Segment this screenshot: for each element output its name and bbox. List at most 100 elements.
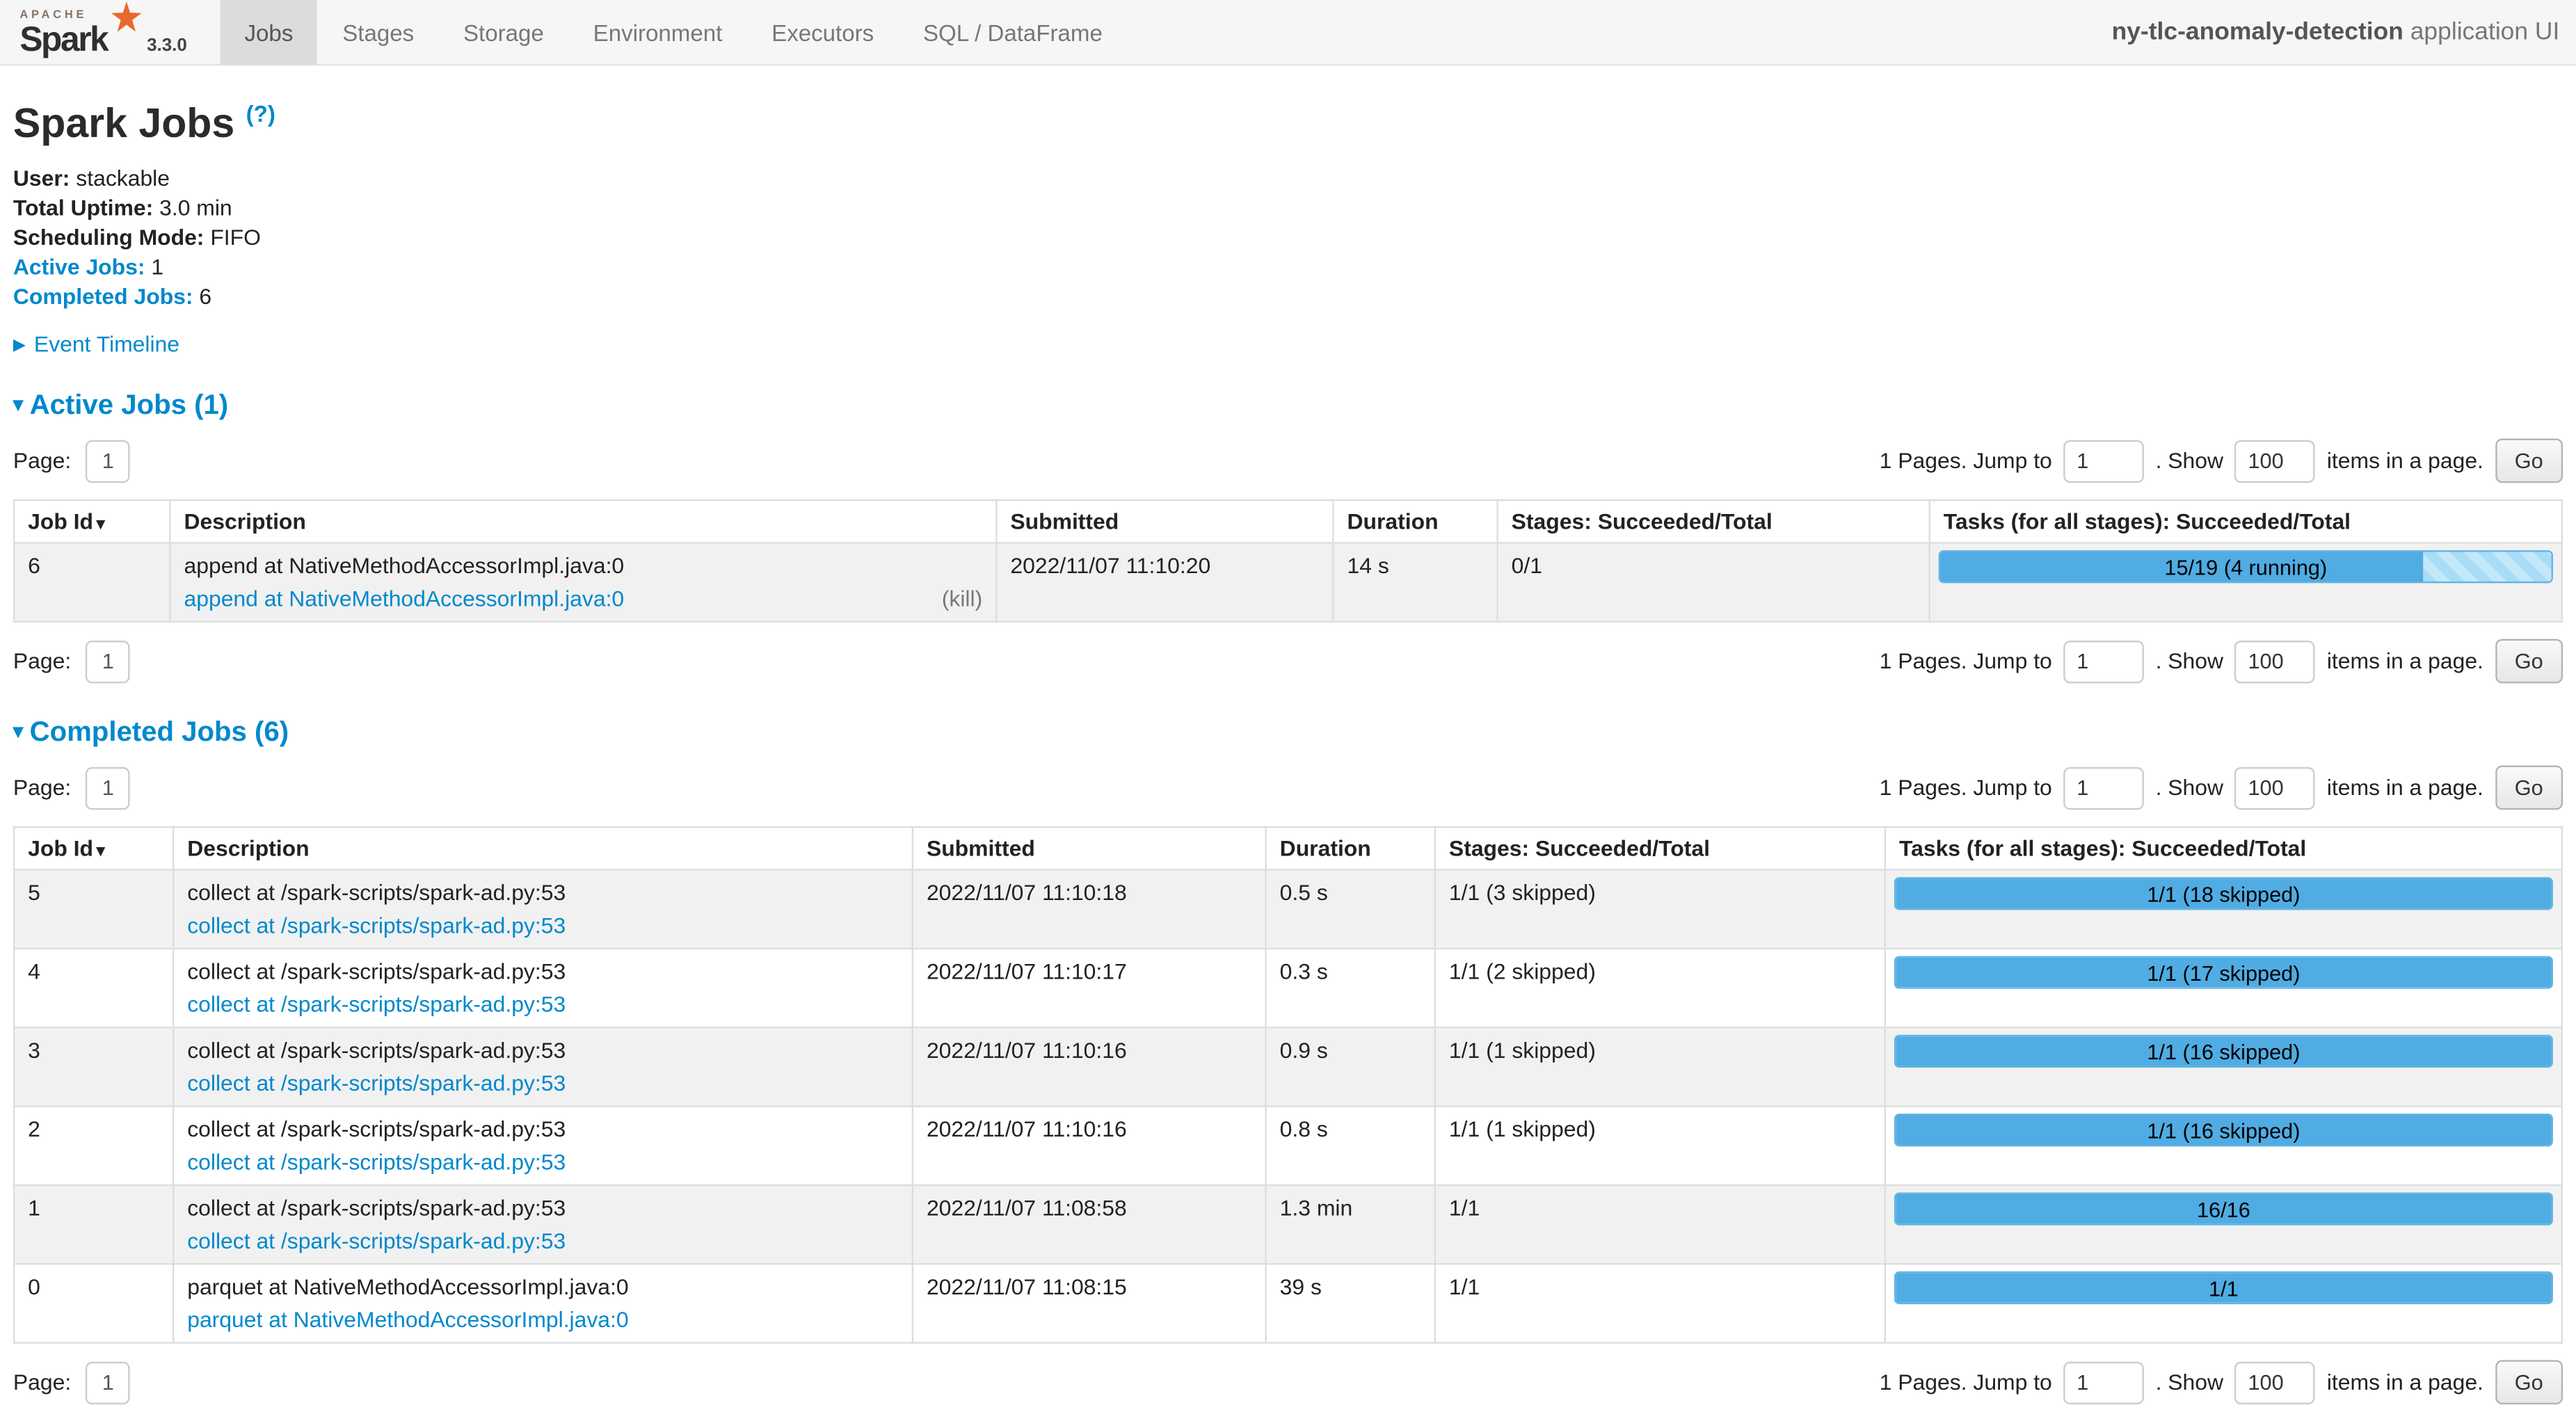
duration-cell: 1.3 min xyxy=(1266,1186,1435,1264)
job-description-link[interactable]: collect at /spark-scripts/spark-ad.py:53 xyxy=(187,991,566,1019)
job-id-cell: 6 xyxy=(14,543,170,622)
active-jobs-heading[interactable]: ▾Active Jobs (1) xyxy=(13,390,2563,422)
job-description-link[interactable]: append at NativeMethodAccessorImpl.java:… xyxy=(184,585,624,613)
sort-desc-icon: ▾ xyxy=(97,516,105,534)
show-items-input[interactable] xyxy=(2235,766,2316,809)
collapse-down-icon: ▾ xyxy=(13,720,23,743)
column-header-stages[interactable]: Stages: Succeeded/Total xyxy=(1435,828,1885,870)
active-jobs-link[interactable]: Active Jobs: xyxy=(13,254,145,278)
completed-jobs-link[interactable]: Completed Jobs: xyxy=(13,283,193,307)
column-header-duration[interactable]: Duration xyxy=(1266,828,1435,870)
job-description-link[interactable]: collect at /spark-scripts/spark-ad.py:53 xyxy=(187,912,566,940)
table-row: 3 collect at /spark-scripts/spark-ad.py:… xyxy=(14,1028,2562,1107)
duration-cell: 14 s xyxy=(1333,543,1497,622)
top-nav: APACHE Spark 3.3.0 Jobs Stages Storage E… xyxy=(0,0,2576,65)
page-number-button[interactable]: 1 xyxy=(86,1361,130,1404)
column-header-tasks[interactable]: Tasks (for all stages): Succeeded/Total xyxy=(1930,501,2562,543)
column-header-duration[interactable]: Duration xyxy=(1333,501,1497,543)
table-row: 2 collect at /spark-scripts/spark-ad.py:… xyxy=(14,1107,2562,1185)
description-cell: collect at /spark-scripts/spark-ad.py:53… xyxy=(173,1186,913,1264)
event-timeline-toggle[interactable]: ▶Event Timeline xyxy=(13,332,2563,357)
job-description: collect at /spark-scripts/spark-ad.py:53 xyxy=(187,1195,899,1223)
summary-info: User: stackable Total Uptime: 3.0 min Sc… xyxy=(13,165,2563,311)
column-header-submitted[interactable]: Submitted xyxy=(996,501,1333,543)
job-description: parquet at NativeMethodAccessorImpl.java… xyxy=(187,1274,899,1301)
sort-desc-icon: ▾ xyxy=(97,843,105,861)
completed-pagination-bottom: Page: 1 1 Pages. Jump to . Show items in… xyxy=(13,1360,2563,1405)
application-name-suffix: application UI xyxy=(2403,18,2559,46)
page-number-button[interactable]: 1 xyxy=(86,440,130,482)
spark-brand[interactable]: APACHE Spark 3.3.0 xyxy=(0,0,200,64)
tasks-cell: 1/1 (17 skipped) xyxy=(1885,949,2562,1028)
stages-cell: 1/1 (1 skipped) xyxy=(1435,1028,1885,1107)
job-description-link[interactable]: parquet at NativeMethodAccessorImpl.java… xyxy=(187,1306,628,1334)
go-button[interactable]: Go xyxy=(2495,766,2563,810)
tab-storage[interactable]: Storage xyxy=(439,0,569,64)
description-cell: collect at /spark-scripts/spark-ad.py:53… xyxy=(173,1028,913,1107)
event-timeline-link[interactable]: Event Timeline xyxy=(34,332,179,357)
page-content: Spark Jobs (?) User: stackable Total Upt… xyxy=(0,92,2576,1405)
jump-to-input[interactable] xyxy=(2063,1361,2144,1404)
column-header-tasks[interactable]: Tasks (for all stages): Succeeded/Total xyxy=(1885,828,2562,870)
tab-environment[interactable]: Environment xyxy=(568,0,746,64)
jump-to-input[interactable] xyxy=(2063,440,2144,482)
progress-label: 15/19 (4 running) xyxy=(1940,552,2552,584)
spark-logo[interactable]: APACHE Spark xyxy=(19,10,140,57)
progress-label: 1/1 xyxy=(1896,1274,2551,1305)
jump-to-input[interactable] xyxy=(2063,641,2144,683)
page-number-button[interactable]: 1 xyxy=(86,766,130,809)
page-title: Spark Jobs (?) xyxy=(13,92,2563,148)
page-number-button[interactable]: 1 xyxy=(86,641,130,683)
show-text: . Show xyxy=(2156,650,2223,674)
column-header-description[interactable]: Description xyxy=(170,501,996,543)
help-link[interactable]: (?) xyxy=(246,100,275,127)
job-id-cell: 5 xyxy=(14,870,173,949)
table-row: 0 parquet at NativeMethodAccessorImpl.ja… xyxy=(14,1264,2562,1343)
job-description: collect at /spark-scripts/spark-ad.py:53 xyxy=(187,958,899,986)
completed-jobs-heading[interactable]: ▾Completed Jobs (6) xyxy=(13,716,2563,749)
active-jobs-table: Job Id▾ Description Submitted Duration S… xyxy=(13,500,2563,623)
column-header-job-id[interactable]: Job Id▾ xyxy=(14,501,170,543)
tab-jobs[interactable]: Jobs xyxy=(220,0,318,64)
tasks-cell: 1/1 (16 skipped) xyxy=(1885,1028,2562,1107)
tasks-cell: 16/16 xyxy=(1885,1186,2562,1264)
info-user: User: stackable xyxy=(13,165,2563,194)
tasks-cell: 1/1 (18 skipped) xyxy=(1885,870,2562,949)
completed-pagination-top: Page: 1 1 Pages. Jump to . Show items in… xyxy=(13,766,2563,810)
go-button[interactable]: Go xyxy=(2495,439,2563,483)
show-text: . Show xyxy=(2156,776,2223,800)
tab-stages[interactable]: Stages xyxy=(318,0,439,64)
tasks-progress-bar: 1/1 (18 skipped) xyxy=(1894,878,2553,910)
info-scheduling-mode-value: FIFO xyxy=(210,225,261,249)
column-header-stages[interactable]: Stages: Succeeded/Total xyxy=(1498,501,1930,543)
job-description-link[interactable]: collect at /spark-scripts/spark-ad.py:53 xyxy=(187,1148,566,1176)
tasks-cell: 15/19 (4 running) xyxy=(1930,543,2562,622)
tasks-cell: 1/1 xyxy=(1885,1264,2562,1343)
job-description-link[interactable]: collect at /spark-scripts/spark-ad.py:53 xyxy=(187,1070,566,1098)
column-header-job-id[interactable]: Job Id▾ xyxy=(14,828,173,870)
spark-wordmark: Spark xyxy=(19,23,107,58)
go-button[interactable]: Go xyxy=(2495,639,2563,684)
kill-job-link[interactable]: (kill) xyxy=(942,585,982,613)
info-completed-jobs-value: 6 xyxy=(199,283,211,307)
show-items-input[interactable] xyxy=(2235,440,2316,482)
job-id-cell: 4 xyxy=(14,949,173,1028)
show-items-input[interactable] xyxy=(2235,641,2316,683)
items-text: items in a page. xyxy=(2327,1370,2483,1395)
stages-cell: 1/1 (1 skipped) xyxy=(1435,1107,1885,1185)
show-text: . Show xyxy=(2156,1370,2223,1395)
items-text: items in a page. xyxy=(2327,776,2483,800)
progress-label: 1/1 (17 skipped) xyxy=(1896,958,2551,990)
description-cell: collect at /spark-scripts/spark-ad.py:53… xyxy=(173,870,913,949)
tab-sql-dataframe[interactable]: SQL / DataFrame xyxy=(899,0,1128,64)
tasks-progress-bar: 1/1 (16 skipped) xyxy=(1894,1036,2553,1068)
info-uptime-value: 3.0 min xyxy=(159,195,232,220)
column-header-submitted[interactable]: Submitted xyxy=(913,828,1266,870)
job-description-link[interactable]: collect at /spark-scripts/spark-ad.py:53 xyxy=(187,1228,566,1255)
go-button[interactable]: Go xyxy=(2495,1360,2563,1405)
jump-to-input[interactable] xyxy=(2063,766,2144,809)
show-items-input[interactable] xyxy=(2235,1361,2316,1404)
pages-jump-text: 1 Pages. Jump to xyxy=(1880,650,2052,674)
tab-executors[interactable]: Executors xyxy=(747,0,899,64)
column-header-description[interactable]: Description xyxy=(173,828,913,870)
